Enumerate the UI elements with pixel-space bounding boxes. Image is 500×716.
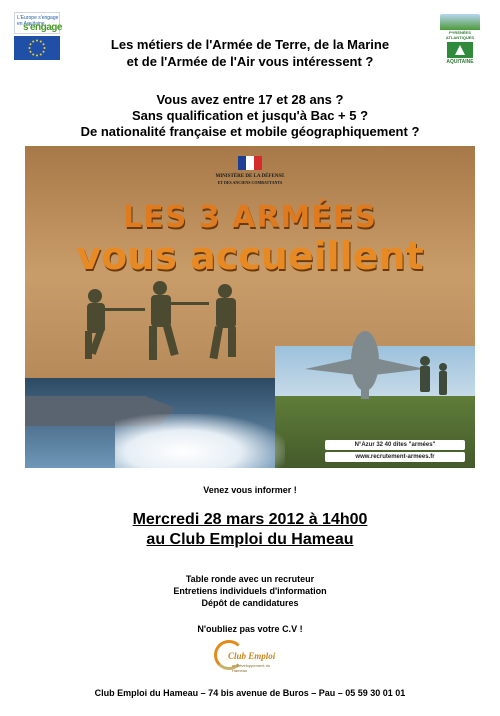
- club-logo-name: Club Emploi: [228, 651, 276, 661]
- header-line-2: et de l'Armée de l'Air vous intéressent …: [126, 54, 374, 69]
- poster-website: www.recrutement-armees.fr: [325, 452, 465, 462]
- poster-title-1: LES 3 ARMÉES: [123, 200, 377, 235]
- footer-contact: Club Emploi du Hameau – 74 bis avenue de…: [94, 688, 406, 698]
- question-age: Vous avez entre 17 et 28 ans ?: [156, 92, 344, 107]
- activity-round-table: Table ronde avec un recruteur: [185, 574, 315, 584]
- fighter-jet-image: [305, 331, 447, 399]
- soldiers-image: [85, 281, 236, 360]
- poster-title-2: vous accueillent: [76, 234, 424, 278]
- header-line-1: Les métiers de l'Armée de Terre, de la M…: [110, 37, 390, 52]
- landscape-icon: [440, 14, 480, 30]
- ministry-line-1: MINISTÈRE DE LA DÉFENSE: [215, 174, 285, 179]
- question-qualification: Sans qualification et jusqu'à Bac + 5 ?: [131, 108, 369, 123]
- club-emploi-logo: Club Emploi et Développement du Hameau: [214, 640, 286, 676]
- event-place: au Club Emploi du Hameau: [146, 531, 354, 548]
- ministry-logo: MINISTÈRE DE LA DÉFENSE ET DES ANCIENS C…: [185, 156, 315, 185]
- activity-interviews: Entretiens individuels d'information: [173, 586, 327, 596]
- ministry-line-2: ET DES ANCIENS COMBATTANTS: [217, 180, 283, 185]
- cv-reminder: N'oubliez pas votre C.V !: [197, 624, 303, 634]
- recruitment-poster: MINISTÈRE DE LA DÉFENSE ET DES ANCIENS C…: [25, 146, 475, 468]
- invite-text: Venez vous informer !: [203, 485, 297, 495]
- europe-logo-word: s'engage: [23, 22, 62, 33]
- poster-phone: N°Azur 32 40 dites "armées": [325, 440, 465, 450]
- club-logo-subtitle: et Développement du Hameau: [232, 663, 271, 673]
- question-nationality: De nationalité française et mobile géogr…: [80, 124, 420, 139]
- activity-applications: Dépôt de candidatures: [201, 598, 299, 608]
- french-flag-icon: [238, 156, 262, 170]
- event-date: Mercredi 28 mars 2012 à 14h00: [132, 511, 368, 528]
- wave-foam: [115, 414, 285, 468]
